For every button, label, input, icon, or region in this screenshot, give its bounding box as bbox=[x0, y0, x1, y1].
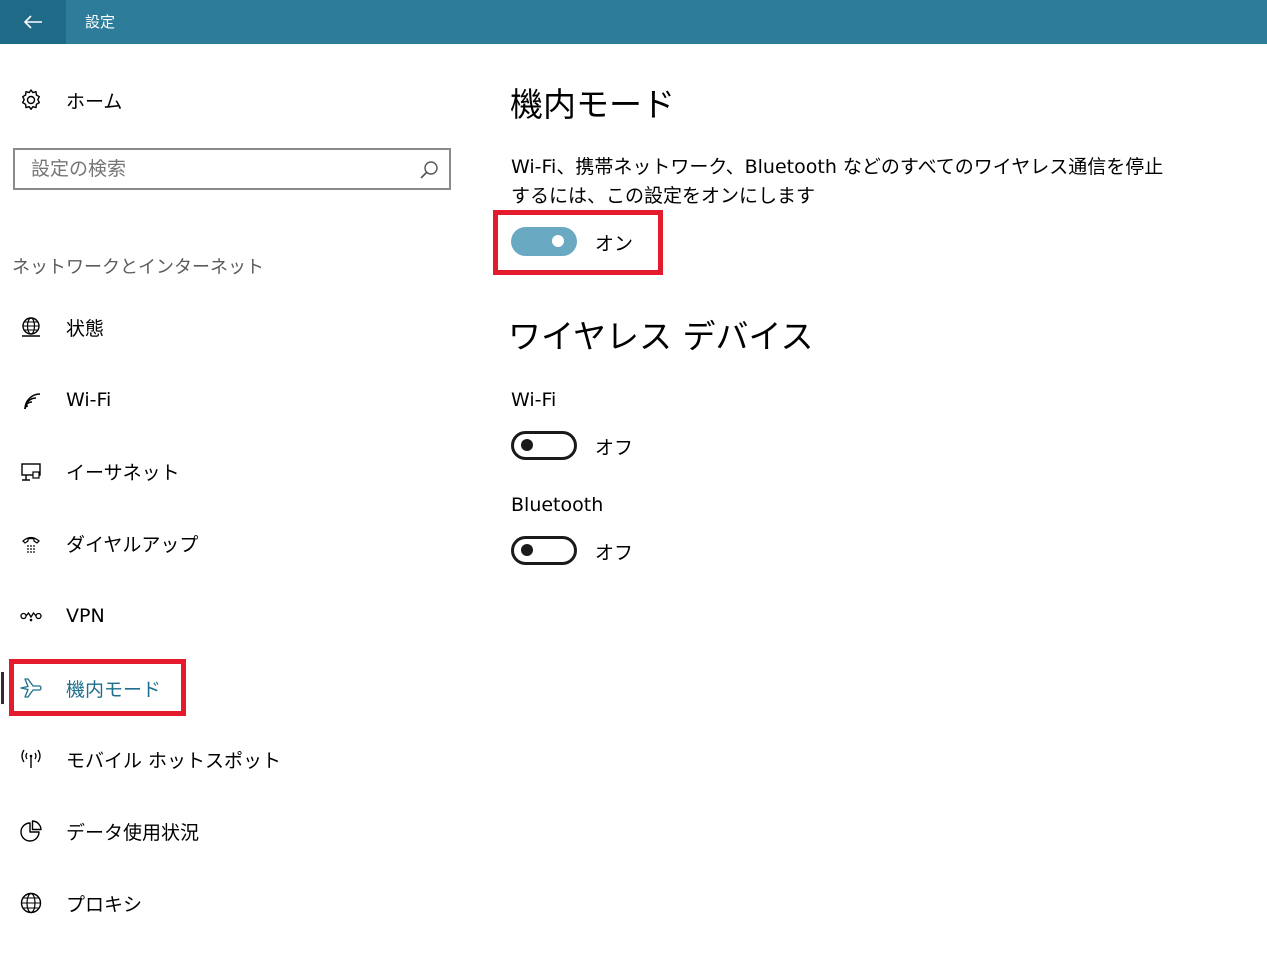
sidebar-item-label: ダイヤルアップ bbox=[66, 533, 199, 556]
section-title: ネットワークとインターネット bbox=[12, 257, 264, 278]
back-arrow-icon bbox=[23, 15, 42, 29]
gear-icon bbox=[18, 87, 44, 113]
pie-chart-icon bbox=[18, 818, 44, 844]
sidebar-item-dialup[interactable]: ダイヤルアップ bbox=[18, 528, 198, 558]
highlight-box-sidebar bbox=[9, 659, 186, 716]
globe-status-icon bbox=[18, 314, 44, 340]
search-input[interactable] bbox=[31, 156, 411, 182]
bluetooth-toggle[interactable] bbox=[511, 536, 577, 565]
dialup-phone-icon bbox=[18, 530, 44, 556]
highlight-box-toggle bbox=[493, 210, 663, 275]
wifi-toggle[interactable] bbox=[511, 431, 577, 460]
sidebar-item-label: プロキシ bbox=[66, 893, 143, 916]
sidebar-item-label: 状態 bbox=[66, 317, 105, 340]
search-box[interactable] bbox=[13, 148, 451, 190]
sidebar-item-label: Wi-Fi bbox=[66, 389, 112, 411]
sidebar-item-proxy[interactable]: プロキシ bbox=[18, 888, 142, 918]
sidebar-item-vpn[interactable]: VPN bbox=[18, 601, 105, 631]
sidebar-item-mobile-hotspot[interactable]: モバイル ホットスポット bbox=[18, 744, 281, 774]
sidebar-item-ethernet[interactable]: イーサネット bbox=[18, 456, 180, 486]
bluetooth-state-label: オフ bbox=[595, 542, 634, 564]
sidebar-item-label: モバイル ホットスポット bbox=[66, 749, 282, 772]
sidebar-item-wifi[interactable]: Wi-Fi bbox=[18, 385, 111, 415]
wifi-state-label: オフ bbox=[595, 437, 634, 459]
title-bar: 設定 bbox=[0, 0, 1267, 44]
wireless-devices-heading: ワイヤレス デバイス bbox=[508, 317, 814, 356]
sidebar-item-data-usage[interactable]: データ使用状況 bbox=[18, 816, 199, 846]
hotspot-icon bbox=[18, 746, 44, 772]
sidebar-item-status[interactable]: 状態 bbox=[18, 312, 104, 342]
wifi-icon bbox=[18, 387, 44, 413]
nav-home[interactable]: ホーム bbox=[18, 86, 122, 114]
search-icon[interactable] bbox=[419, 160, 439, 180]
sidebar-item-label: VPN bbox=[66, 605, 105, 627]
selected-indicator bbox=[1, 672, 4, 704]
page-title: 機内モード bbox=[510, 85, 675, 124]
ethernet-icon bbox=[18, 458, 44, 484]
app-title: 設定 bbox=[85, 13, 116, 31]
page-description: Wi-Fi、携帯ネットワーク、Bluetooth などのすべてのワイヤレス通信を… bbox=[511, 156, 1164, 207]
toggle-knob bbox=[521, 439, 533, 451]
toggle-knob bbox=[521, 544, 533, 556]
back-button[interactable] bbox=[0, 0, 66, 44]
sidebar-item-label: データ使用状況 bbox=[66, 821, 200, 844]
bluetooth-device-label: Bluetooth bbox=[511, 494, 604, 516]
sidebar-item-label: イーサネット bbox=[66, 461, 180, 484]
globe-icon bbox=[18, 890, 44, 916]
nav-home-label: ホーム bbox=[66, 90, 123, 113]
wifi-device-label: Wi-Fi bbox=[511, 389, 557, 411]
vpn-icon bbox=[18, 603, 44, 629]
